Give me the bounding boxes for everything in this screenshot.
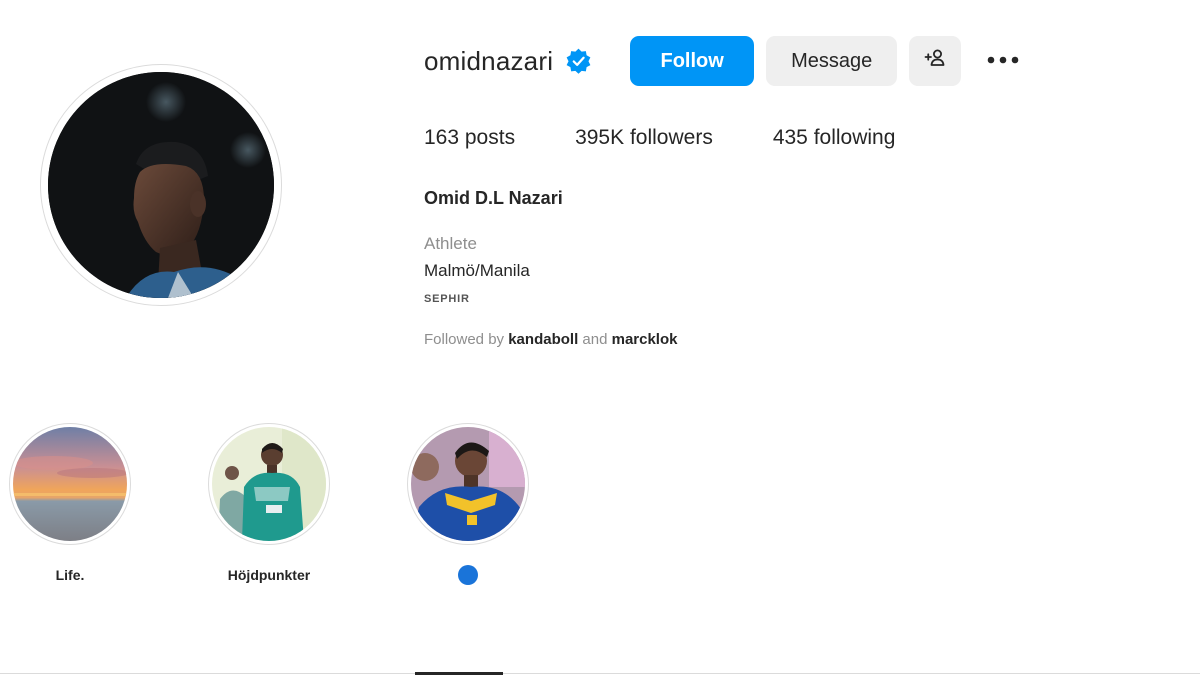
profile-photo (48, 72, 274, 298)
story-highlight-life[interactable]: Life. (9, 423, 131, 583)
posts-count: 163 posts (424, 126, 516, 149)
followed-by-account[interactable]: kandaboll (508, 331, 578, 348)
story-highlight-hojdpunkter[interactable]: Höjdpunkter (208, 423, 330, 583)
more-options-icon (986, 52, 1020, 70)
profile-stats: 163 posts 395K followers 435 following (424, 126, 895, 150)
bio-brand: SEPHIR (424, 293, 470, 305)
highlight-cover-ring[interactable] (9, 423, 131, 545)
profile-category: Athlete (424, 234, 477, 253)
followers-link[interactable]: 395K followers (575, 126, 713, 150)
highlight-unread-dot (458, 565, 478, 585)
tabs-divider (0, 673, 1200, 674)
highlight-cover-ring[interactable] (407, 423, 529, 545)
story-highlight-untitled[interactable] (407, 423, 529, 585)
highlight-label: Höjdpunkter (227, 567, 311, 583)
verified-badge-icon (565, 48, 592, 75)
profile-header: omidnazari Follow Message (424, 36, 1023, 86)
add-person-icon (923, 46, 947, 76)
highlight-cover-celebration (411, 427, 525, 541)
followed-by-prefix: Followed by (424, 331, 505, 348)
bio-location: Malmö/Manila (424, 261, 530, 280)
full-name: Omid D.L Nazari (424, 188, 563, 208)
followed-by-account[interactable]: marcklok (612, 331, 678, 348)
following-link[interactable]: 435 following (773, 126, 896, 150)
profile-page: omidnazari Follow Message 163 posts 395K… (0, 0, 1200, 675)
followed-by[interactable]: Followed by kandaboll and marcklok (424, 331, 677, 348)
message-button[interactable]: Message (766, 36, 898, 86)
highlight-cover-player (212, 427, 326, 541)
profile-avatar[interactable] (40, 64, 282, 306)
followed-by-conjunction: and (582, 331, 608, 348)
highlight-label: Life. (55, 567, 85, 583)
highlight-cover-ring[interactable] (208, 423, 330, 545)
more-options-button[interactable] (983, 41, 1023, 81)
username: omidnazari (424, 45, 554, 76)
suggested-accounts-button[interactable] (909, 36, 962, 86)
highlight-cover-sunset (13, 427, 127, 541)
follow-button[interactable]: Follow (630, 36, 755, 86)
